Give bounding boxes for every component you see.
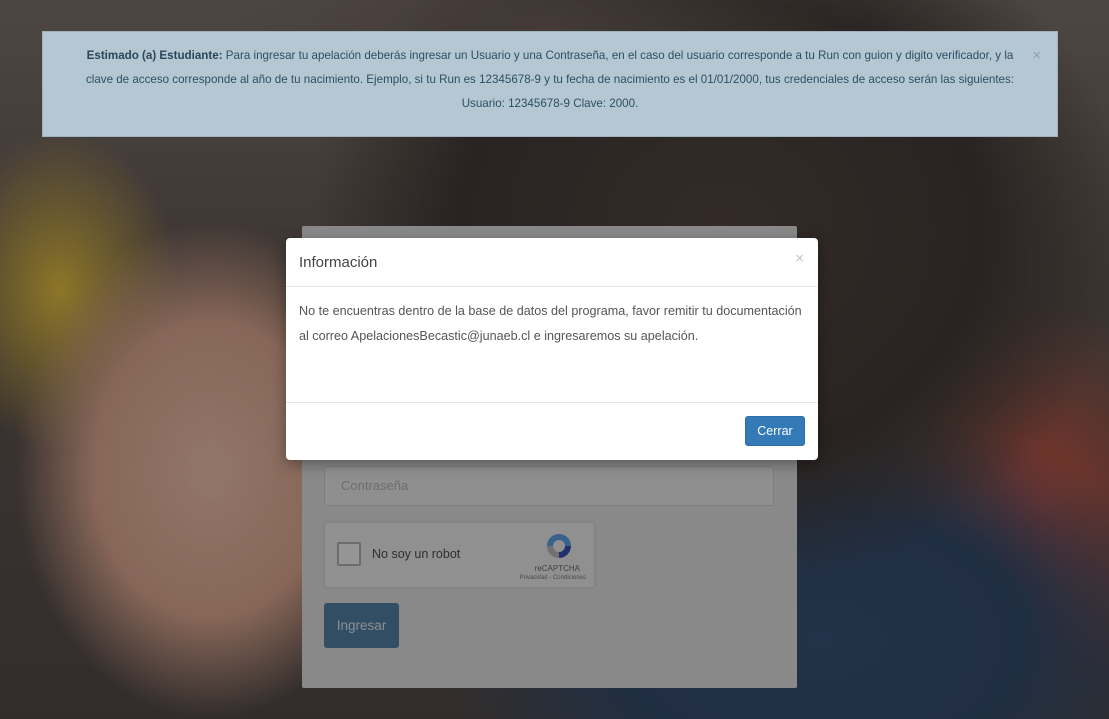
modal-header: Información × xyxy=(286,238,818,287)
modal-close-icon[interactable]: × xyxy=(795,251,804,266)
modal-footer: Cerrar xyxy=(286,403,818,459)
modal-title: Información xyxy=(299,254,378,271)
notice-close-icon[interactable]: × xyxy=(1032,44,1041,68)
notice-bold-label: Estimado (a) Estudiante: xyxy=(86,49,223,62)
info-modal: Información × No te encuentras dentro de… xyxy=(286,238,818,460)
notice-message: Para ingresar tu apelación deberás ingre… xyxy=(85,49,1015,110)
student-notice-alert: Estimado (a) Estudiante: Para ingresar t… xyxy=(42,31,1058,137)
cerrar-button[interactable]: Cerrar xyxy=(745,416,805,446)
modal-body: No te encuentras dentro de la base de da… xyxy=(286,287,818,403)
